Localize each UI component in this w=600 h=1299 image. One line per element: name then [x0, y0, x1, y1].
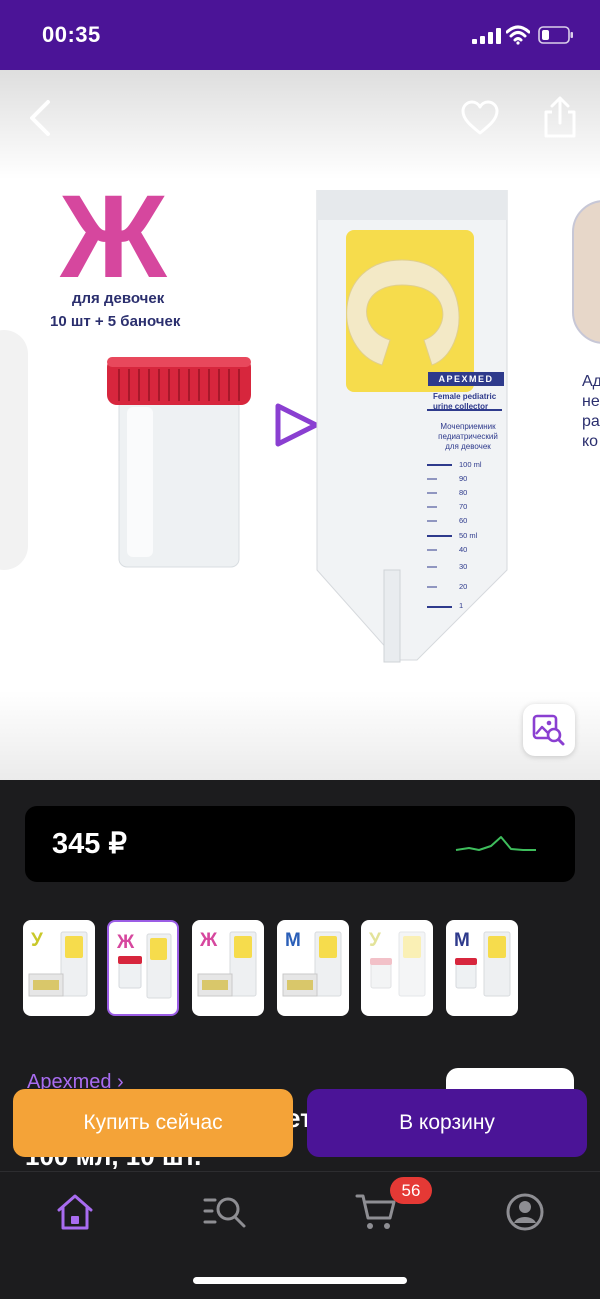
scale-label: 90 — [459, 474, 468, 483]
scale-label: 50 ml — [459, 531, 478, 540]
catalog-search-icon[interactable] — [203, 1190, 247, 1234]
previous-slide-peek — [0, 330, 28, 570]
home-indicator — [193, 1277, 407, 1284]
next-slide-peek — [572, 200, 600, 344]
scale-label: 40 — [459, 545, 468, 554]
bag-english-label: Female pediatric urine collector — [433, 392, 497, 411]
image-search-icon — [532, 714, 565, 746]
next-slide-text: Ад не ра ко — [582, 373, 600, 450]
variant-thumbnail[interactable]: Ж — [192, 920, 264, 1016]
price-history-sparkline[interactable] — [455, 830, 537, 858]
cart-count-badge: 56 — [390, 1177, 432, 1204]
product-image-gallery[interactable]: Ж для девочек 10 шт + 5 баночек APEXMED … — [0, 70, 600, 780]
promo-letter: Ж — [60, 171, 167, 303]
promo-count: 10 шт + 5 баночек — [50, 313, 181, 330]
bag-brand-label: APEXMED — [428, 372, 504, 386]
scale-label: 60 — [459, 516, 468, 525]
scale-label: 100 ml — [459, 460, 482, 469]
home-icon[interactable] — [53, 1190, 97, 1234]
favorite-heart-icon[interactable] — [460, 100, 500, 136]
add-to-cart-button[interactable]: В корзину — [307, 1089, 587, 1157]
scale-label: 70 — [459, 502, 468, 511]
scale-label: 20 — [459, 582, 468, 591]
back-chevron-icon[interactable] — [26, 98, 54, 138]
variant-thumbnail[interactable]: М — [446, 920, 518, 1016]
wifi-icon — [506, 25, 530, 45]
variant-thumbnail[interactable]: У — [23, 920, 95, 1016]
variant-thumbnail-selected[interactable]: Ж — [107, 920, 179, 1016]
share-icon[interactable] — [542, 96, 578, 138]
buy-now-button[interactable]: Купить сейчас — [13, 1089, 293, 1157]
visual-search-button[interactable] — [523, 704, 575, 756]
scale-label: 1 — [459, 601, 464, 610]
battery-icon — [538, 26, 573, 44]
status-time: 00:35 — [42, 22, 101, 47]
cellular-signal-icon — [472, 28, 501, 44]
variant-thumbnail[interactable]: М — [277, 920, 349, 1016]
variant-thumbnail[interactable]: У — [361, 920, 433, 1016]
scale-label: 80 — [459, 488, 468, 497]
product-price: 345 ₽ — [52, 828, 127, 860]
profile-icon[interactable] — [503, 1190, 547, 1234]
scale-label: 30 — [459, 562, 468, 571]
promo-target: для девочек — [72, 290, 165, 307]
bag-russian-label: Мочеприемник педиатрический для девочек — [438, 422, 498, 451]
specimen-jar-image — [107, 357, 251, 568]
